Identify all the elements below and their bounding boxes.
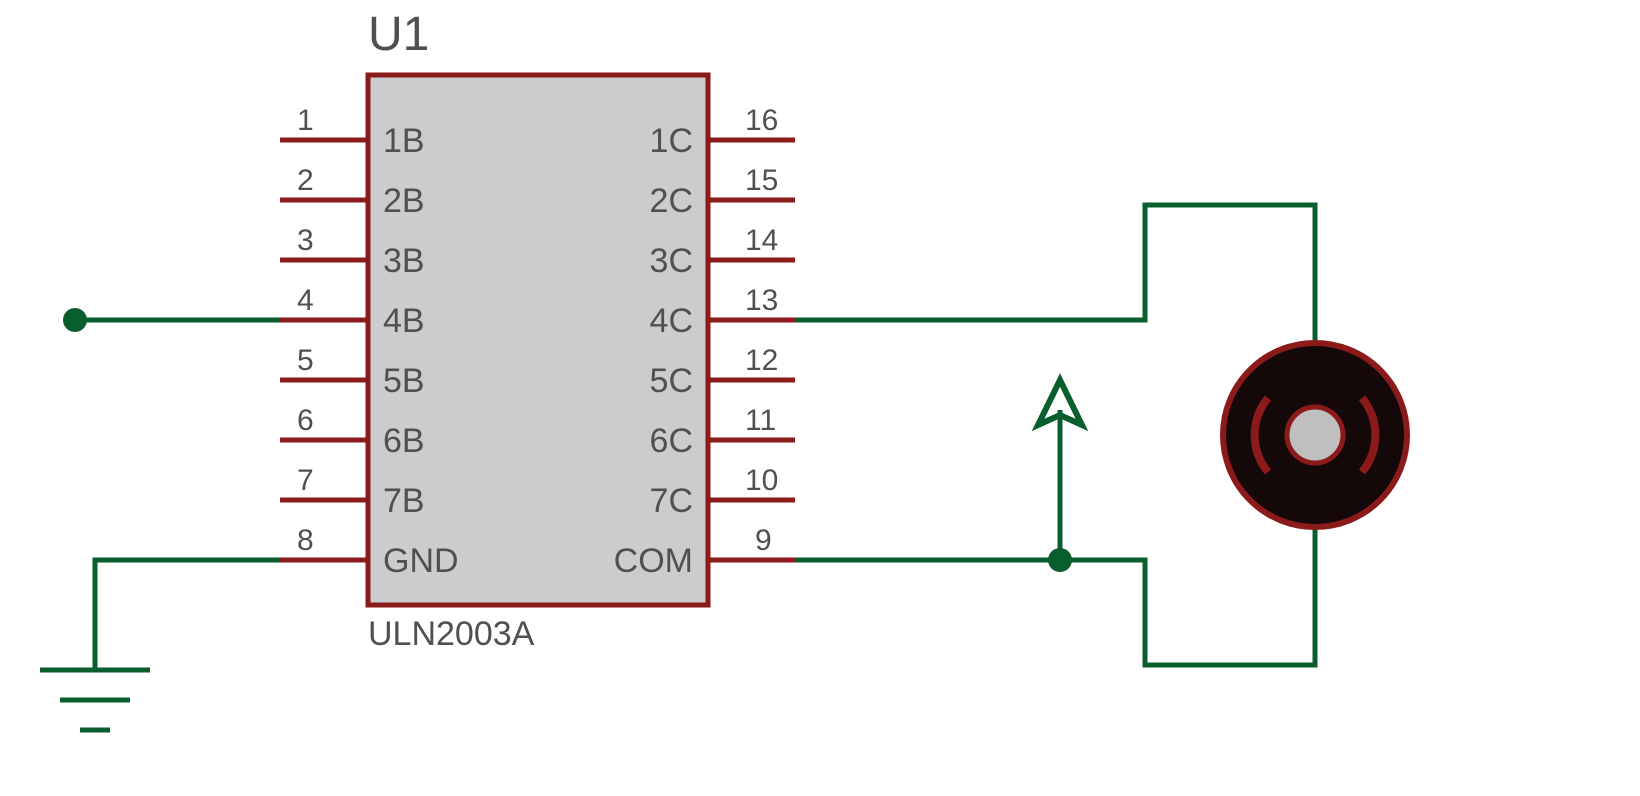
svg-text:COM: COM [614,542,693,580]
svg-text:7C: 7C [650,482,693,520]
svg-text:4B: 4B [383,302,425,340]
svg-text:6C: 6C [650,422,693,460]
svg-text:1: 1 [297,104,314,137]
svg-text:5: 5 [297,344,314,377]
svg-text:10: 10 [745,464,778,497]
svg-text:2: 2 [297,164,314,197]
svg-text:15: 15 [745,164,778,197]
svg-text:16: 16 [745,104,778,137]
output-wire-pin13 [795,205,1315,340]
vcc-arrow-icon [1038,380,1082,560]
svg-text:4C: 4C [650,302,693,340]
svg-text:8: 8 [297,524,314,557]
svg-text:13: 13 [745,284,778,317]
gnd-wire [95,560,280,670]
svg-text:11: 11 [745,404,776,437]
svg-text:3C: 3C [650,242,693,280]
svg-text:7B: 7B [383,482,425,520]
chip-reference: U1 [368,8,429,61]
svg-text:1C: 1C [650,122,693,160]
svg-text:1B: 1B [383,122,425,160]
svg-text:12: 12 [745,344,778,377]
ground-symbol-icon [40,670,150,730]
svg-text:GND: GND [383,542,459,580]
svg-text:3B: 3B [383,242,425,280]
svg-text:4: 4 [297,284,314,317]
svg-text:2C: 2C [650,182,693,220]
svg-text:6: 6 [297,404,314,437]
schematic-diagram: U1 1 1B 2 2B 3 3B 4 4B 5 5B 6 6B 7 7B 8 … [0,0,1640,796]
svg-text:3: 3 [297,224,314,257]
buzzer-symbol-icon [1223,340,1407,527]
svg-text:2B: 2B [383,182,425,220]
svg-text:14: 14 [745,224,778,257]
svg-text:6B: 6B [383,422,425,460]
com-wire [795,525,1315,665]
chip-part-name: ULN2003A [368,615,535,653]
input-wire-pin4 [63,308,280,332]
svg-text:5C: 5C [650,362,693,400]
svg-text:9: 9 [755,524,772,557]
svg-text:7: 7 [297,464,314,497]
svg-text:5B: 5B [383,362,425,400]
